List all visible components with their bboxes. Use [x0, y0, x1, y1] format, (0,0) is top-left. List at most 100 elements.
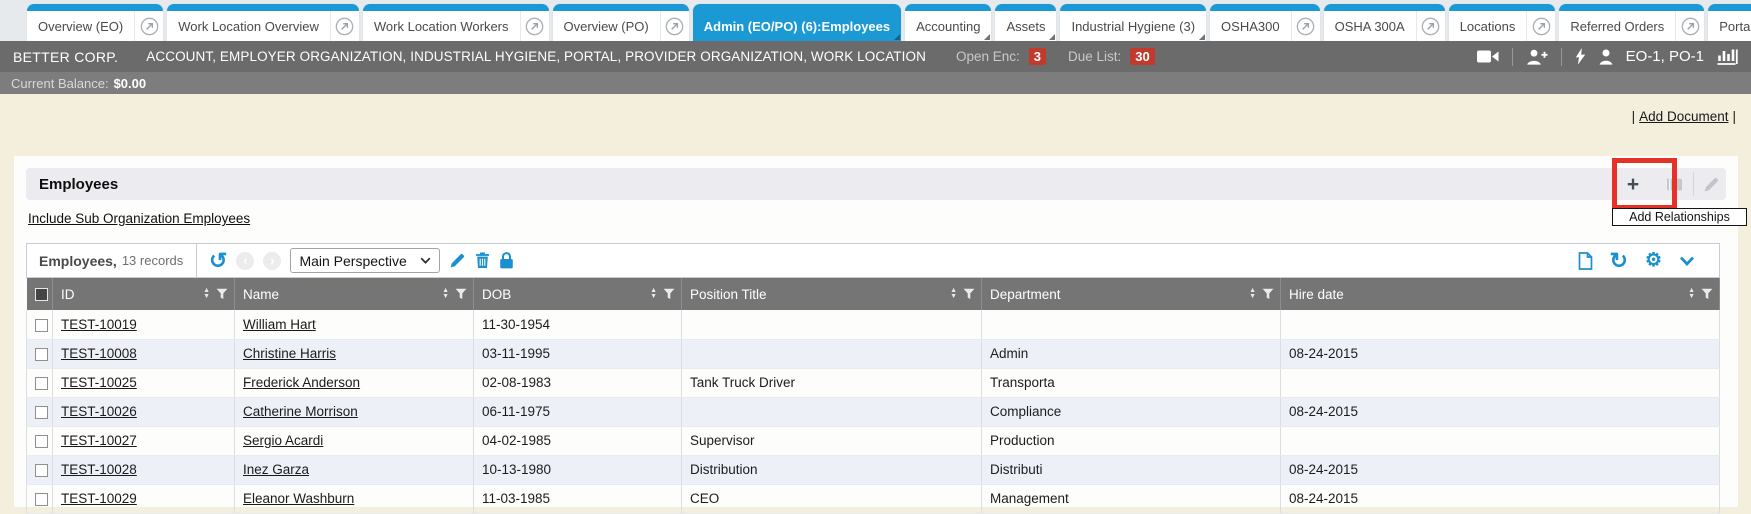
- employee-name-link[interactable]: William Hart: [243, 317, 316, 332]
- sort-icon[interactable]: ▲▼: [203, 288, 210, 300]
- book-icon[interactable]: [1665, 177, 1684, 192]
- tab-industrial-hygiene-3[interactable]: Industrial Hygiene (3): [1060, 4, 1206, 41]
- row-checkbox[interactable]: [35, 377, 48, 390]
- add-document-link[interactable]: Add Document: [1639, 109, 1728, 124]
- column-header-position-title[interactable]: Position Title▲▼: [682, 278, 982, 310]
- bar-chart-icon[interactable]: [1717, 48, 1738, 65]
- tab-admin-eo-po-6-employees[interactable]: Admin (EO/PO) (6):Employees: [693, 4, 901, 41]
- add-relationships-button[interactable]: +: [1610, 174, 1656, 195]
- tab-portal-manage[interactable]: Portal Manage: [1708, 4, 1751, 41]
- person-icon[interactable]: [1599, 49, 1613, 65]
- tab-referred-orders[interactable]: Referred Orders: [1559, 4, 1704, 41]
- employee-name-link[interactable]: Eleanor Washburn: [243, 491, 354, 506]
- row-checkbox[interactable]: [35, 406, 48, 419]
- grid-title: Employees,: [39, 253, 117, 269]
- gear-icon[interactable]: ⚙: [1645, 251, 1662, 270]
- tab-overview-eo[interactable]: Overview (EO): [27, 4, 163, 41]
- filter-funnel-icon[interactable]: [455, 288, 467, 300]
- open-in-new-button[interactable]: [1675, 11, 1704, 41]
- employee-id-link[interactable]: TEST-10008: [61, 346, 137, 361]
- employee-name-link[interactable]: Inez Garza: [243, 462, 309, 477]
- tab-work-location-workers[interactable]: Work Location Workers: [363, 4, 549, 41]
- column-header-label: Name: [243, 287, 279, 302]
- row-checkbox[interactable]: [35, 464, 48, 477]
- add-person-icon[interactable]: [1526, 49, 1548, 65]
- filter-funnel-icon[interactable]: [1262, 288, 1274, 300]
- sort-icon[interactable]: ▲▼: [650, 288, 657, 300]
- tab-osha-300a[interactable]: OSHA 300A: [1324, 4, 1445, 41]
- sort-icon[interactable]: ▲▼: [442, 288, 449, 300]
- tab-label: Portal Manage: [1708, 11, 1751, 41]
- open-in-new-button[interactable]: [660, 11, 689, 41]
- row-checkbox[interactable]: [35, 348, 48, 361]
- employee-id-link[interactable]: TEST-10019: [61, 317, 137, 332]
- employee-id-link[interactable]: TEST-10025: [61, 375, 137, 390]
- tab-osha300[interactable]: OSHA300: [1210, 4, 1320, 41]
- sort-icon[interactable]: ▲▼: [1249, 288, 1256, 300]
- lock-icon[interactable]: [499, 252, 514, 269]
- sort-icon[interactable]: ▲▼: [950, 288, 957, 300]
- employee-name-link[interactable]: Frederick Anderson: [243, 375, 360, 390]
- tab-assets[interactable]: Assets: [995, 4, 1056, 41]
- hire-date-cell: 08-24-2015: [1281, 397, 1720, 426]
- filter-funnel-icon[interactable]: [216, 288, 228, 300]
- perspective-select[interactable]: Main Perspective: [290, 248, 440, 273]
- tab-work-location-overview[interactable]: Work Location Overview: [167, 4, 359, 41]
- refresh-icon[interactable]: ↻: [1610, 250, 1628, 272]
- edit-pencil-icon[interactable]: [1703, 176, 1720, 193]
- undo-icon[interactable]: ↺: [209, 250, 227, 272]
- open-enc-label: Open Enc:: [956, 49, 1020, 64]
- row-checkbox[interactable]: [35, 493, 48, 506]
- open-in-new-button[interactable]: [1416, 11, 1445, 41]
- column-header-id[interactable]: ID▲▼: [53, 278, 235, 310]
- open-in-new-button[interactable]: [134, 11, 163, 41]
- expand-chevron-icon[interactable]: [1679, 256, 1695, 266]
- employee-id-link[interactable]: TEST-10027: [61, 433, 137, 448]
- employee-id-link[interactable]: TEST-10026: [61, 404, 137, 419]
- filter-funnel-icon[interactable]: [963, 288, 975, 300]
- filter-funnel-icon[interactable]: [663, 288, 675, 300]
- open-in-new-button[interactable]: [520, 11, 549, 41]
- open-enc-badge[interactable]: 3: [1029, 48, 1046, 65]
- delete-trash-icon[interactable]: [475, 252, 490, 269]
- include-sub-org-link[interactable]: Include Sub Organization Employees: [28, 211, 250, 226]
- column-header-department[interactable]: Department▲▼: [982, 278, 1281, 310]
- dob-cell: 03-11-1995: [474, 339, 682, 368]
- next-page-button[interactable]: ›: [263, 252, 281, 270]
- sort-icon[interactable]: ▲▼: [1688, 288, 1695, 300]
- tab-overview-po[interactable]: Overview (PO): [553, 4, 689, 41]
- column-header-hire-date[interactable]: Hire date▲▼: [1281, 278, 1720, 310]
- name-cell: Christine Harris: [235, 339, 474, 368]
- checkbox-cell: [27, 310, 53, 339]
- row-checkbox[interactable]: [35, 435, 48, 448]
- tab-locations[interactable]: Locations: [1449, 4, 1556, 41]
- checkbox-cell: [27, 339, 53, 368]
- open-in-new-button[interactable]: [1526, 11, 1555, 41]
- employee-id-link[interactable]: TEST-10028: [61, 462, 137, 477]
- employee-id-link[interactable]: TEST-10029: [61, 491, 137, 506]
- table-row-test-10008: TEST-10008Christine Harris03-11-1995Admi…: [27, 339, 1720, 368]
- select-all-checkbox[interactable]: [35, 288, 48, 301]
- row-checkbox[interactable]: [35, 319, 48, 332]
- employee-name-link[interactable]: Sergio Acardi: [243, 433, 323, 448]
- column-header-dob[interactable]: DOB▲▼: [474, 278, 682, 310]
- new-document-icon[interactable]: [1578, 252, 1593, 270]
- open-in-new-icon: [335, 17, 354, 36]
- id-cell: TEST-10029: [53, 484, 235, 513]
- video-camera-icon[interactable]: [1477, 49, 1499, 64]
- prev-page-button[interactable]: ‹: [236, 252, 254, 270]
- open-in-new-button[interactable]: [1291, 11, 1320, 41]
- due-list-badge[interactable]: 30: [1130, 48, 1154, 65]
- table-row-test-10026: TEST-10026Catherine Morrison06-11-1975Co…: [27, 397, 1720, 426]
- column-header-name[interactable]: Name ▲▼: [235, 278, 474, 310]
- lightning-icon[interactable]: [1575, 48, 1586, 65]
- divider: [1512, 48, 1513, 66]
- filter-funnel-icon[interactable]: [1701, 288, 1713, 300]
- employee-name-link[interactable]: Catherine Morrison: [243, 404, 358, 419]
- dob-cell: 10-13-1980: [474, 455, 682, 484]
- employee-name-link[interactable]: Christine Harris: [243, 346, 336, 361]
- tab-accounting[interactable]: Accounting: [905, 4, 991, 41]
- open-in-new-button[interactable]: [330, 11, 359, 41]
- edit-perspective-pencil-icon[interactable]: [449, 252, 466, 269]
- open-in-new-icon: [1421, 17, 1440, 36]
